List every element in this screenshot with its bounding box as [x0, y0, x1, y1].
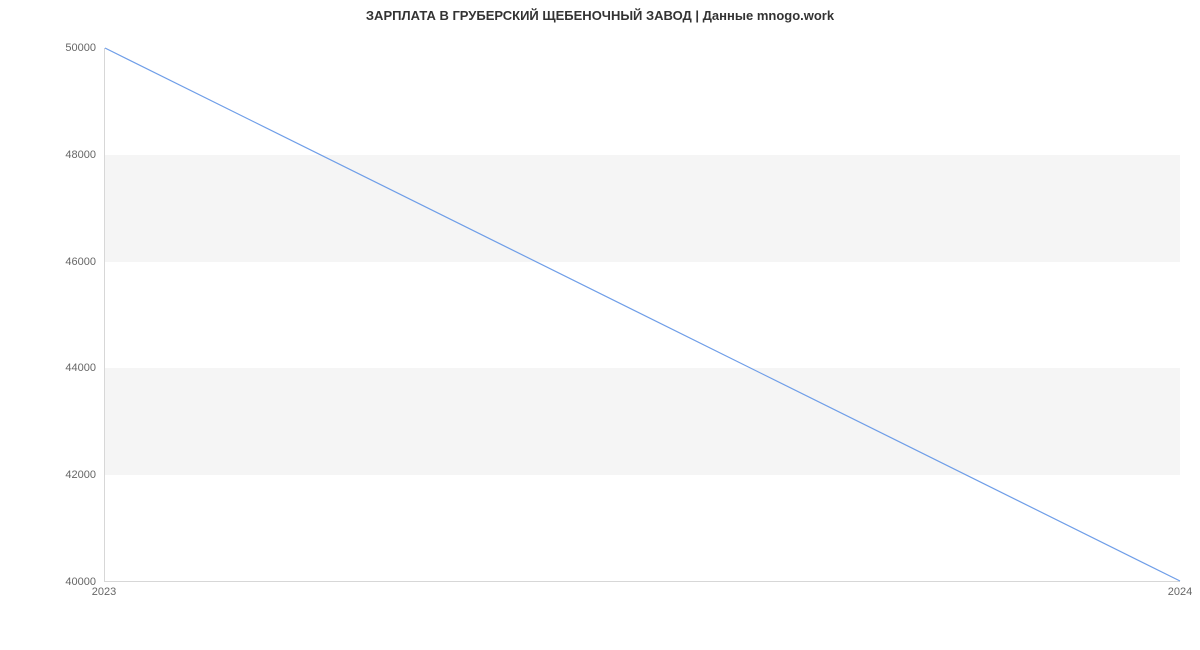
- line-series: [105, 48, 1180, 581]
- y-tick-label: 40000: [36, 576, 96, 588]
- chart-title: ЗАРПЛАТА В ГРУБЕРСКИЙ ЩЕБЕНОЧНЫЙ ЗАВОД |…: [0, 8, 1200, 23]
- plot-area: [104, 48, 1180, 582]
- salary-chart: ЗАРПЛАТА В ГРУБЕРСКИЙ ЩЕБЕНОЧНЫЙ ЗАВОД |…: [0, 0, 1200, 650]
- y-tick-label: 44000: [36, 362, 96, 374]
- x-tick-label: 2023: [92, 586, 116, 598]
- y-tick-label: 50000: [36, 42, 96, 54]
- x-tick-label: 2024: [1168, 586, 1192, 598]
- y-tick-label: 42000: [36, 469, 96, 481]
- y-tick-label: 46000: [36, 256, 96, 268]
- y-tick-label: 48000: [36, 149, 96, 161]
